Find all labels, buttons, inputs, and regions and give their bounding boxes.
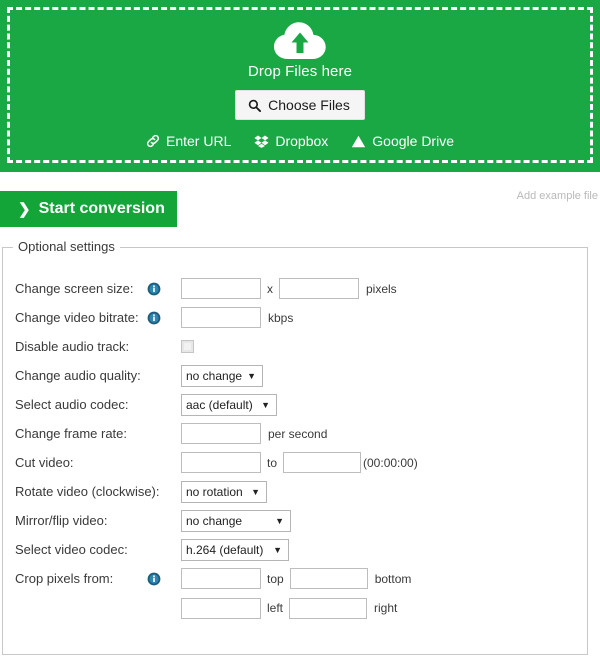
google-drive-label: Google Drive: [372, 133, 454, 149]
unit-per-second: per second: [268, 426, 328, 441]
select-rotate-video[interactable]: no rotation: [181, 480, 267, 503]
dropbox-icon: [254, 135, 269, 148]
label-disable-audio-track: Disable audio track:: [15, 339, 130, 354]
label-change-frame-rate: Change frame rate:: [15, 426, 128, 441]
input-cut-from[interactable]: [181, 452, 261, 473]
label-select-audio-codec: Select audio codec:: [15, 397, 129, 412]
drop-files-text: Drop Files here: [247, 63, 353, 80]
start-conversion-label: Start conversion: [38, 200, 165, 217]
info-icon-crop[interactable]: [147, 572, 161, 586]
search-icon: [248, 99, 262, 112]
select-audio-quality[interactable]: no change: [181, 364, 263, 387]
label-rotate-video: Rotate video (clockwise):: [15, 484, 160, 499]
select-video-codec[interactable]: h.264 (default): [181, 538, 289, 561]
enter-url-label: Enter URL: [166, 133, 232, 149]
row-change-audio-quality: Change audio quality: no change ▼: [3, 361, 587, 390]
label-change-screen-size: Change screen size:: [15, 281, 134, 296]
label-select-video-codec: Select video codec:: [15, 542, 128, 557]
input-screen-width[interactable]: [181, 278, 261, 299]
select-audio-codec[interactable]: aac (default): [181, 393, 277, 416]
input-crop-bottom[interactable]: [289, 568, 368, 589]
cut-video-separator: to: [267, 455, 278, 470]
input-screen-height[interactable]: [279, 278, 359, 299]
info-icon-screen-size[interactable]: [147, 282, 161, 296]
row-crop-pixels-left-right: left right: [3, 593, 587, 623]
unit-crop-left: left: [267, 601, 284, 615]
link-icon: [146, 134, 160, 148]
dropbox-label: Dropbox: [275, 133, 329, 149]
row-disable-audio-track: Disable audio track:: [3, 332, 587, 361]
row-change-video-bitrate: Change video bitrate: kbps: [3, 303, 587, 332]
google-drive-link[interactable]: Google Drive: [351, 133, 454, 149]
cloud-upload-icon: [274, 22, 326, 59]
unit-kbps: kbps: [268, 310, 294, 325]
google-drive-icon: [351, 135, 366, 148]
row-select-video-codec: Select video codec: h.264 (default) ▼: [3, 535, 587, 564]
choose-files-label: Choose Files: [268, 97, 350, 113]
label-change-audio-quality: Change audio quality:: [15, 368, 141, 383]
label-change-video-bitrate: Change video bitrate:: [15, 310, 139, 325]
settings-rows: Change screen size: x pixels Change vide…: [3, 274, 587, 623]
screen-size-separator: x: [267, 281, 273, 296]
row-rotate-video: Rotate video (clockwise): no rotation ▼: [3, 477, 587, 506]
info-icon-video-bitrate[interactable]: [147, 311, 161, 325]
select-mirror-flip[interactable]: no change: [181, 509, 291, 532]
row-crop-pixels-top-bottom: Crop pixels from: top bottom: [3, 564, 587, 593]
optional-settings-fieldset: Optional settings Change screen size: x: [2, 239, 588, 655]
unit-crop-right: right: [374, 601, 398, 615]
cut-video-hint: (00:00:00): [363, 455, 418, 470]
input-crop-left[interactable]: [181, 597, 261, 619]
action-row: ❯ Start conversion Add example file: [0, 190, 600, 227]
row-change-screen-size: Change screen size: x pixels: [3, 274, 587, 303]
enter-url-link[interactable]: Enter URL: [146, 133, 231, 149]
row-mirror-flip-video: Mirror/flip video: no change ▼: [3, 506, 587, 535]
label-mirror-flip-video: Mirror/flip video:: [15, 513, 108, 528]
row-cut-video: Cut video: to (00:00:00): [3, 448, 587, 477]
add-example-file-link[interactable]: Add example file: [517, 190, 598, 202]
unit-crop-top: top: [267, 571, 284, 586]
input-cut-to[interactable]: [283, 452, 362, 473]
input-video-bitrate[interactable]: [181, 307, 261, 328]
input-frame-rate[interactable]: [181, 423, 261, 444]
optional-settings-legend: Optional settings: [13, 239, 120, 254]
choose-files-button[interactable]: Choose Files: [235, 90, 365, 120]
chevron-right-icon: ❯: [18, 200, 31, 218]
start-conversion-button[interactable]: ❯ Start conversion: [0, 191, 177, 227]
label-cut-video: Cut video:: [15, 455, 74, 470]
unit-pixels: pixels: [366, 281, 397, 296]
dropbox-link[interactable]: Dropbox: [254, 133, 328, 149]
checkbox-disable-audio-track[interactable]: [181, 340, 194, 353]
unit-crop-bottom: bottom: [374, 571, 412, 586]
input-crop-top[interactable]: [181, 568, 261, 589]
row-change-frame-rate: Change frame rate: per second: [3, 419, 587, 448]
upload-source-links: Enter URL Dropbox Google Drive: [10, 133, 590, 149]
upload-dropzone-area[interactable]: Drop Files here Choose Files Enter URL D…: [0, 0, 600, 172]
label-crop-pixels-from: Crop pixels from:: [15, 571, 114, 586]
row-select-audio-codec: Select audio codec: aac (default) ▼: [3, 390, 587, 419]
input-crop-right[interactable]: [289, 597, 368, 619]
dropzone-dashed-border[interactable]: Drop Files here Choose Files Enter URL D…: [7, 7, 593, 163]
